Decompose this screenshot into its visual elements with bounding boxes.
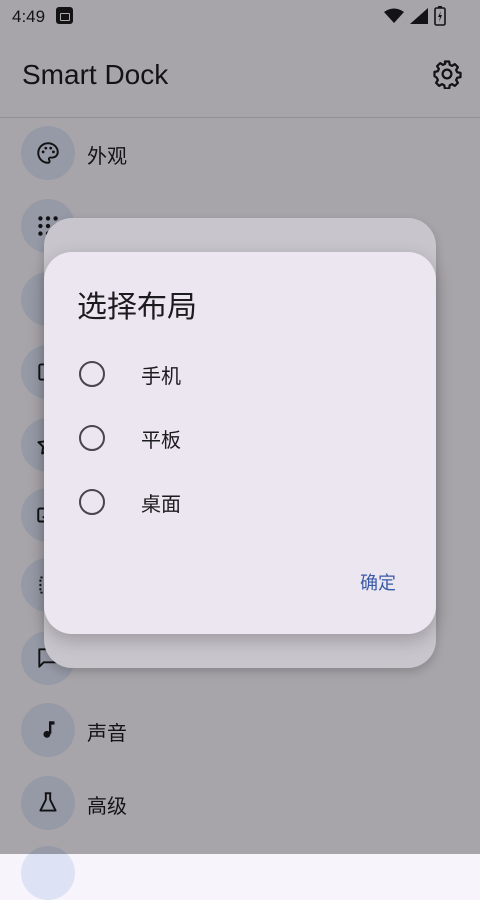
icon-bubble [21, 846, 75, 900]
radio-button[interactable] [79, 361, 105, 387]
confirm-button[interactable]: 确定 [360, 569, 396, 595]
option-desktop[interactable]: 桌面 [64, 473, 404, 529]
radio-button[interactable] [79, 489, 105, 515]
option-phone[interactable]: 手机 [64, 345, 404, 401]
option-label: 手机 [141, 364, 181, 388]
option-label: 桌面 [141, 492, 181, 516]
option-label: 平板 [141, 428, 181, 452]
option-tablet[interactable]: 平板 [64, 409, 404, 465]
radio-button[interactable] [79, 425, 105, 451]
list-item[interactable] [21, 846, 480, 900]
dialog-title: 选择布局 [77, 290, 197, 325]
layout-dialog: 选择布局 手机 平板 桌面 确定 [44, 252, 436, 634]
